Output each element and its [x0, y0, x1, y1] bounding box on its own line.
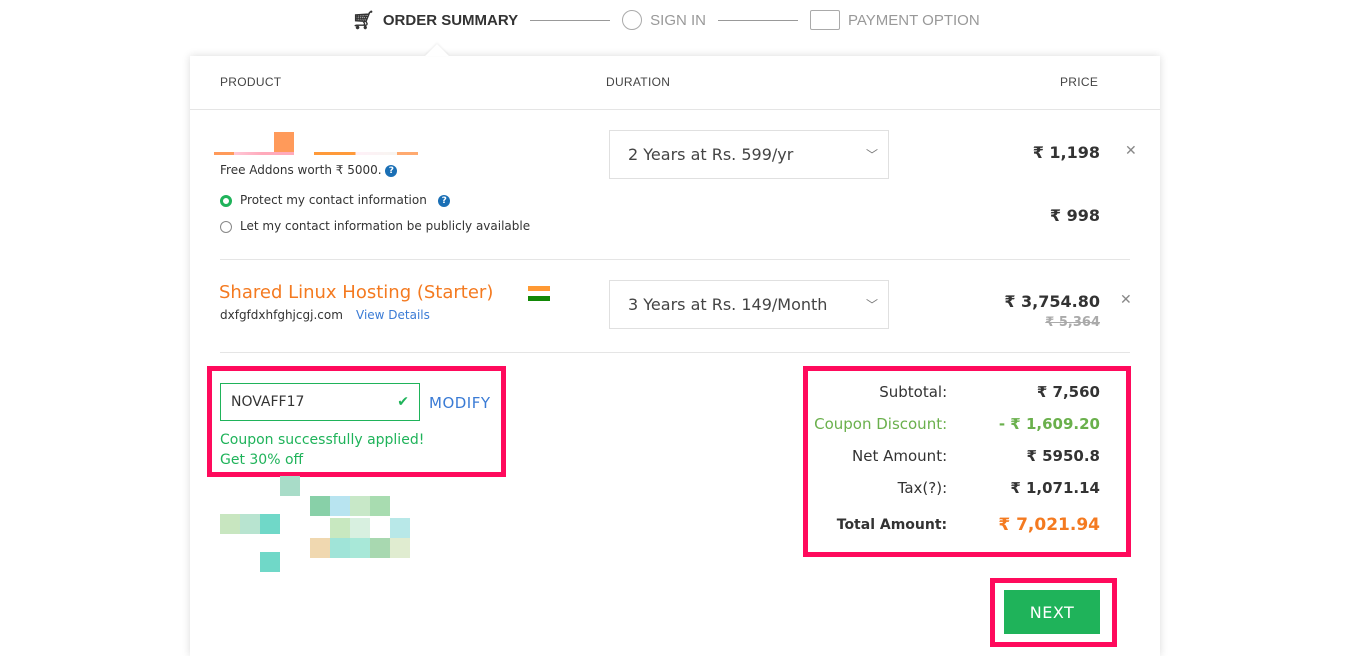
- redacted-image: [214, 132, 418, 156]
- checkout-steps: 🛒︎ ORDER SUMMARY SIGN IN PAYMENT OPTION: [352, 8, 980, 32]
- remove-item-icon[interactable]: ✕: [1120, 292, 1132, 308]
- check-icon: ✔: [397, 394, 409, 410]
- header-product: PRODUCT: [220, 75, 282, 89]
- divider: [220, 259, 1130, 260]
- step-pointer: [425, 44, 449, 56]
- order-summary: Subtotal: ₹ 7,560 Coupon Discount: - ₹ 1,6…: [814, 383, 1100, 535]
- header-price: PRICE: [1060, 75, 1099, 89]
- step-sign-in[interactable]: SIGN IN: [622, 10, 706, 30]
- radio-public[interactable]: Let my contact information be publicly a…: [220, 219, 530, 233]
- step-divider: [530, 19, 611, 21]
- user-icon: [622, 10, 643, 30]
- item-price: ₹ 3,754.80: [1004, 292, 1100, 311]
- divider: [220, 352, 1130, 353]
- coupon-offer: Get 30% off: [220, 452, 304, 468]
- net-amount: ₹ 5950.8: [1026, 447, 1100, 465]
- radio-selected-icon[interactable]: [220, 194, 232, 207]
- coupon-input[interactable]: NOVAFF17 ✔: [220, 383, 420, 421]
- domain-name: dxfgfdxhfghjcgj.com: [220, 308, 343, 322]
- cart-icon: 🛒︎: [352, 9, 375, 30]
- remove-item-icon[interactable]: ✕: [1125, 143, 1137, 159]
- product-name: Shared Linux Hosting (Starter): [219, 282, 494, 303]
- radio-unselected-icon[interactable]: [220, 220, 232, 233]
- addons-text: Free Addons worth ₹ 5000. ?: [220, 163, 398, 177]
- item-price: ₹ 1,198: [1032, 143, 1100, 162]
- header-duration: DURATION: [606, 75, 671, 89]
- next-button[interactable]: NEXT: [1004, 590, 1100, 634]
- step-divider: [717, 19, 798, 21]
- coupon-discount: - ₹ 1,609.20: [998, 415, 1100, 433]
- addon-price: ₹ 998: [1049, 206, 1100, 225]
- chevron-down-icon: ﹀: [865, 298, 878, 312]
- help-icon[interactable]: ?: [438, 194, 451, 207]
- card-icon: [809, 10, 840, 30]
- divider: [190, 109, 1160, 110]
- duration-select-1[interactable]: 2 Years at Rs. 599/yr ﹀: [609, 130, 889, 179]
- india-flag-icon: [528, 286, 550, 301]
- subtotal: ₹ 7,560: [1036, 383, 1100, 401]
- step-order-summary[interactable]: 🛒︎ ORDER SUMMARY: [352, 10, 518, 31]
- total-amount: ₹ 7,021.94: [998, 515, 1100, 535]
- old-price: ₹ 5,364: [1045, 315, 1100, 330]
- view-details-link[interactable]: View Details: [356, 308, 430, 322]
- radio-protect[interactable]: Protect my contact information ?: [220, 193, 451, 207]
- tax: ₹ 1,071.14: [1010, 479, 1100, 497]
- step-payment-option[interactable]: PAYMENT OPTION: [809, 10, 980, 30]
- coupon-success: Coupon successfully applied!: [220, 432, 425, 448]
- help-icon[interactable]: ?: [385, 164, 398, 177]
- modify-coupon-button[interactable]: MODIFY: [429, 394, 491, 412]
- redacted-image: [220, 476, 440, 572]
- chevron-down-icon: ﹀: [865, 148, 878, 162]
- duration-select-2[interactable]: 3 Years at Rs. 149/Month ﹀: [609, 280, 889, 329]
